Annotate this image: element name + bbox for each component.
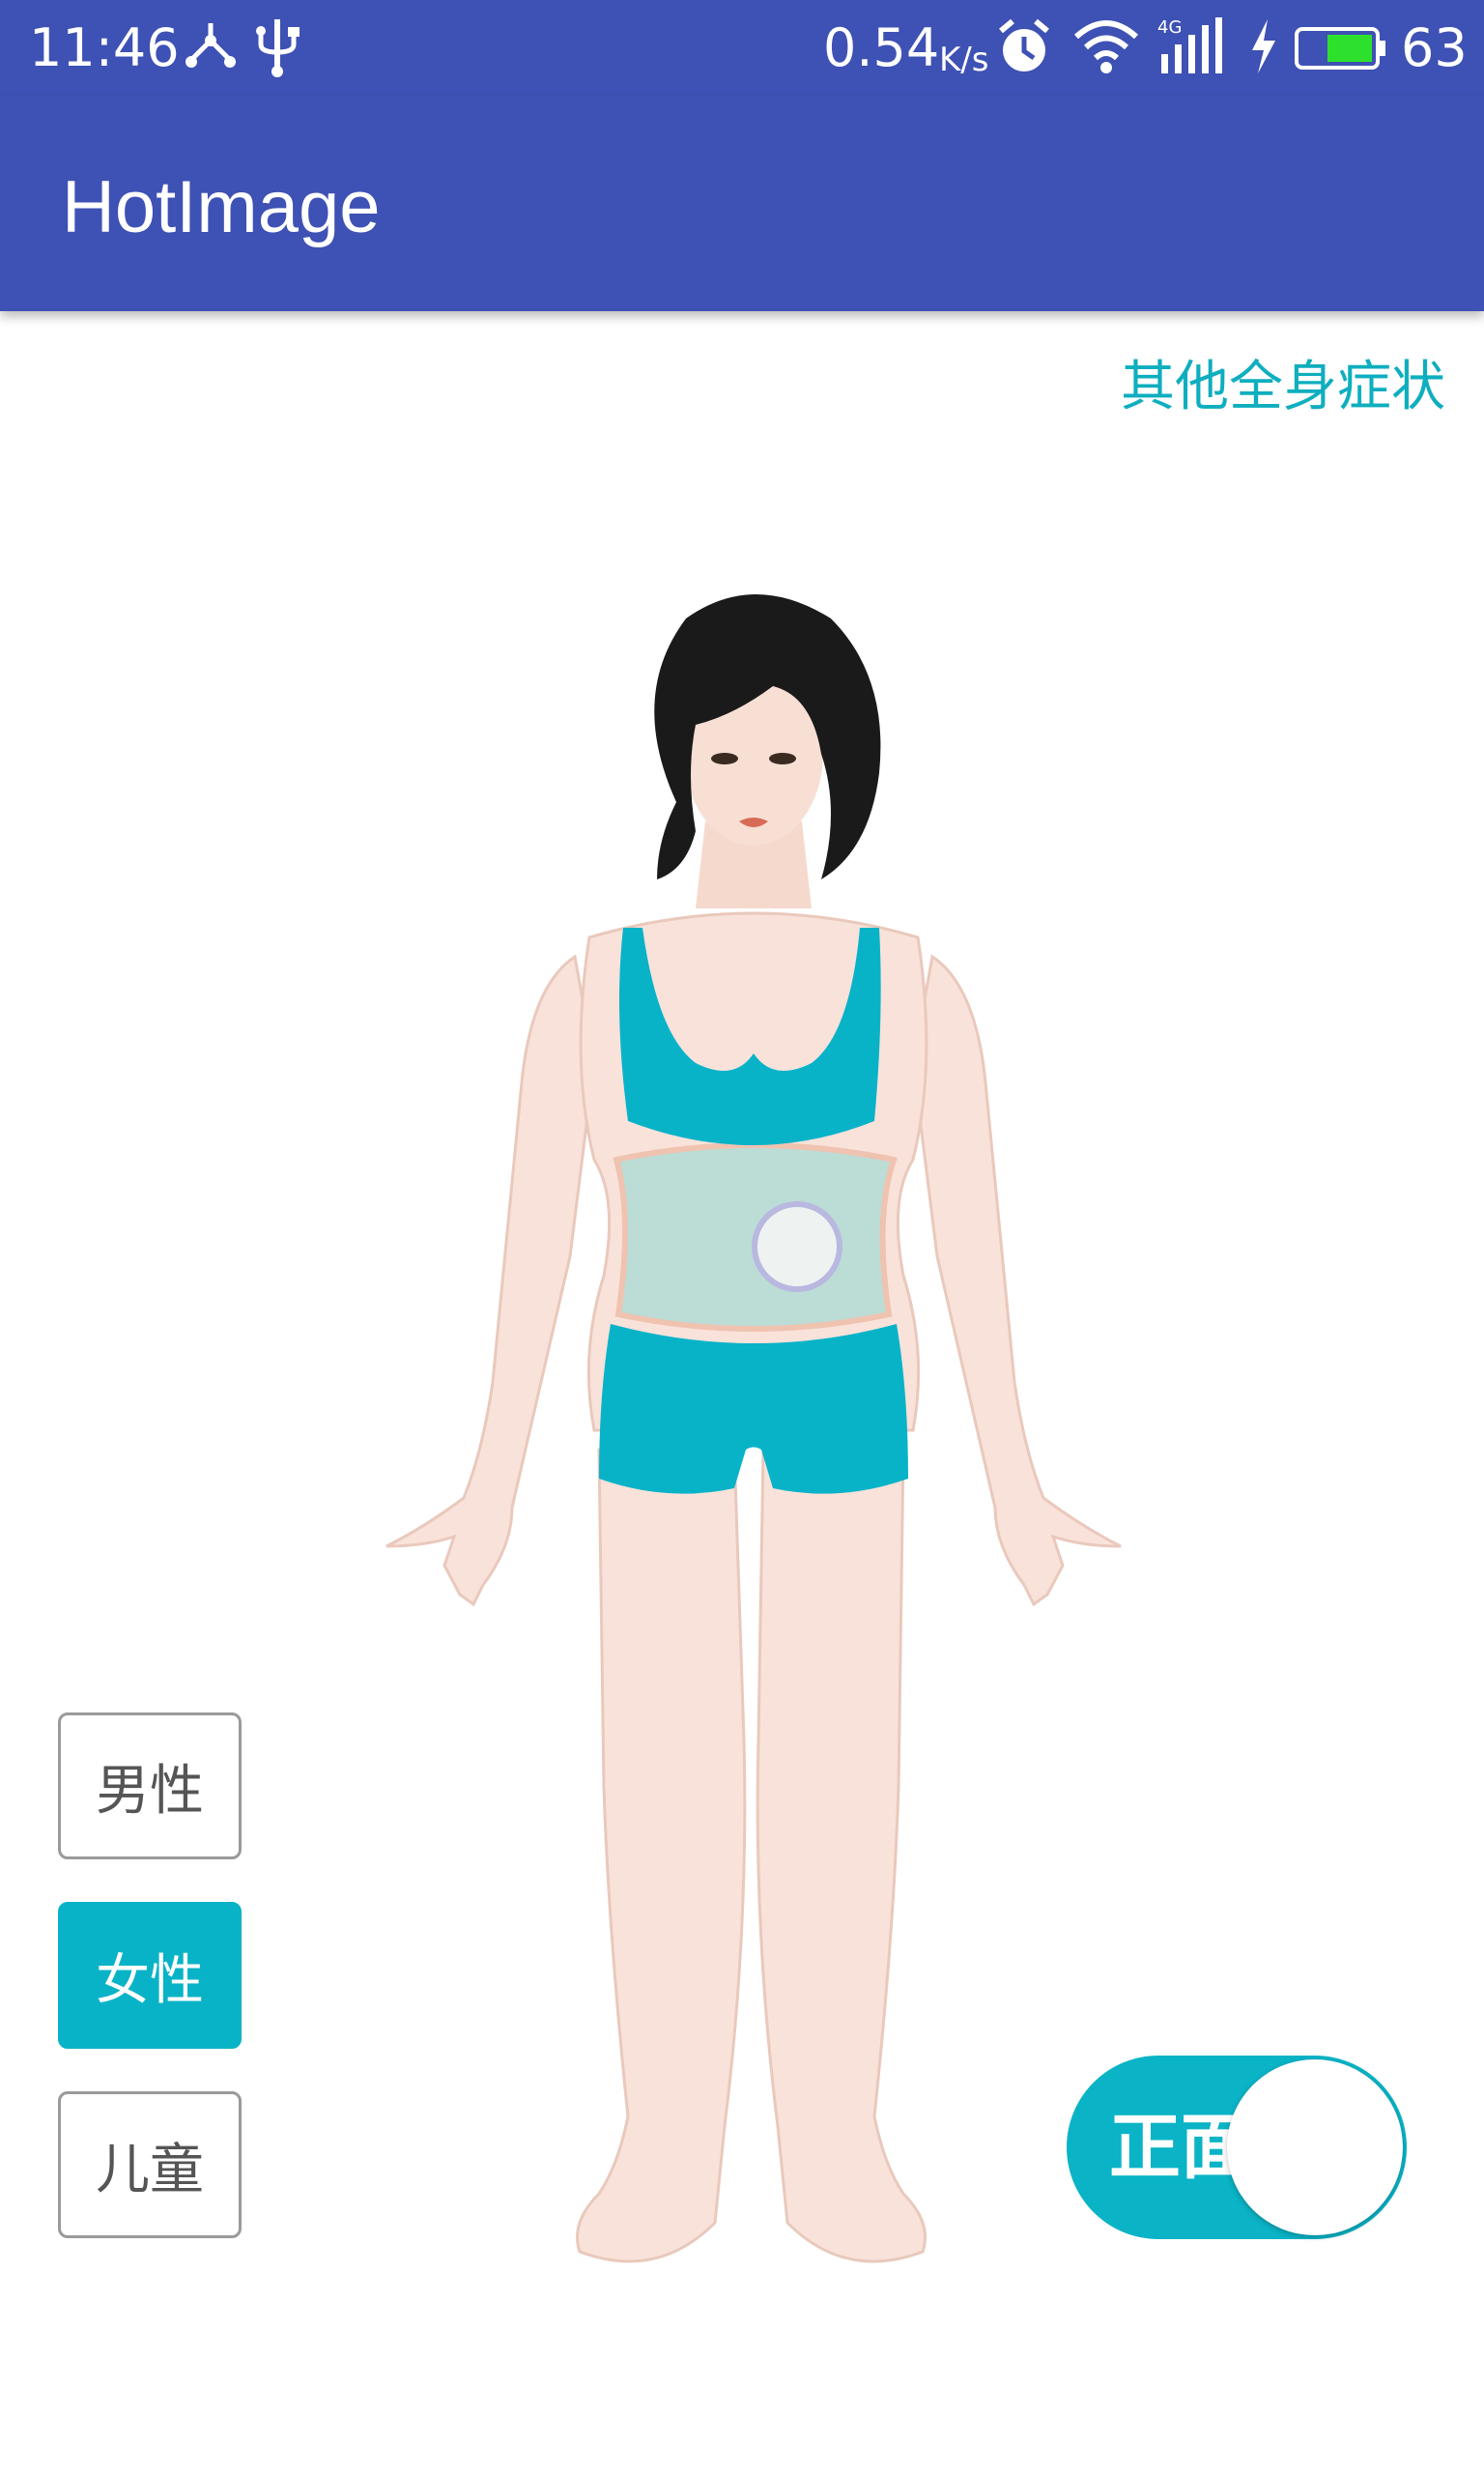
signal-4g-icon: 4G <box>1157 15 1235 81</box>
svg-text:4G: 4G <box>1157 17 1182 38</box>
category-child-button[interactable]: 儿童 <box>58 2091 242 2238</box>
status-bar: 11:46 0.54 K/s 4G 63 <box>0 0 1484 97</box>
front-back-toggle[interactable]: 正面 <box>1067 2056 1407 2239</box>
category-male-button[interactable]: 男性 <box>58 1712 242 1859</box>
category-female-button[interactable]: 女性 <box>58 1902 242 2049</box>
hotspot-marker <box>752 1201 842 1292</box>
right-eye <box>769 753 796 764</box>
left-eye <box>711 753 738 764</box>
right-arm <box>911 954 1122 1607</box>
shorts <box>599 1324 908 1494</box>
body-figure[interactable] <box>367 580 1140 2300</box>
status-time: 11:46 <box>29 17 180 78</box>
usb-icon <box>253 15 301 81</box>
app-bar: HotImage <box>0 97 1484 311</box>
alarm-icon <box>995 15 1053 81</box>
app-title: HotImage <box>62 166 381 248</box>
left-leg <box>576 1448 747 2263</box>
toggle-knob[interactable] <box>1227 2059 1403 2235</box>
charging-icon <box>1246 15 1281 81</box>
other-symptoms-link[interactable]: 其他全身症状 <box>1121 353 1445 422</box>
network-speed: 0.54 <box>823 17 940 78</box>
usb-tether-icon <box>182 15 240 81</box>
left-arm <box>385 954 596 1607</box>
battery-icon <box>1295 27 1387 73</box>
right-leg <box>756 1448 927 2263</box>
wifi-icon <box>1072 15 1140 81</box>
network-speed-unit: K/s <box>939 41 989 79</box>
battery-level: 63 <box>1401 17 1468 78</box>
app-screen: 11:46 0.54 K/s 4G 63 HotImage 其他全身症状 男性 … <box>0 0 1484 2474</box>
